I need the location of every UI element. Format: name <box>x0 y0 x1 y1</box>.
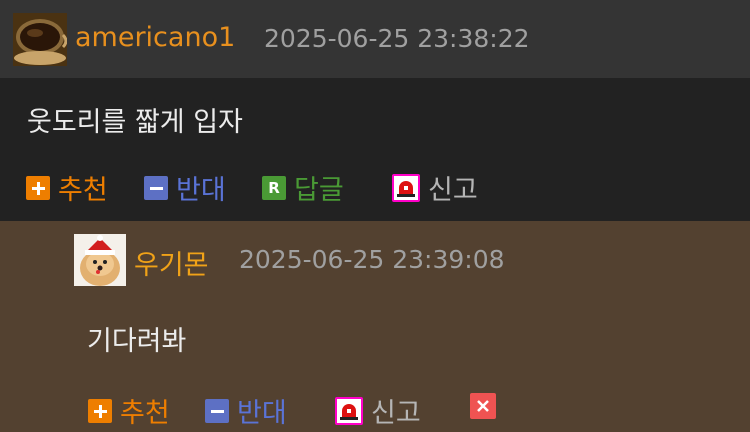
comment-text: 기다려봐 <box>87 326 187 357</box>
comment-text: 웃도리를 짧게 입자 <box>27 107 243 138</box>
minus-icon <box>205 398 229 423</box>
downvote-button[interactable]: 반대 <box>144 168 226 207</box>
report-button[interactable]: 신고 <box>392 168 478 207</box>
avatar-dog[interactable] <box>74 234 126 286</box>
siren-icon <box>392 173 420 202</box>
comment-header: americano1 2025-06-25 23:38:22 <box>0 0 750 78</box>
upvote-button[interactable]: 추천 <box>88 391 170 430</box>
delete-button[interactable] <box>470 393 496 419</box>
close-icon <box>470 393 496 419</box>
report-label: 신고 <box>428 175 478 206</box>
comment-author[interactable]: americano1 <box>75 22 235 53</box>
comment-timestamp: 2025-06-25 23:39:08 <box>239 245 505 274</box>
downvote-button[interactable]: 반대 <box>205 391 287 430</box>
siren-icon <box>335 396 363 425</box>
report-button[interactable]: 신고 <box>335 391 421 430</box>
reply-icon: R <box>262 175 286 200</box>
comment-1: americano1 2025-06-25 23:38:22 웃도리를 짧게 입… <box>0 0 750 221</box>
avatar-coffee[interactable] <box>13 13 67 66</box>
upvote-label: 추천 <box>58 175 108 206</box>
minus-icon <box>144 175 168 200</box>
reply-label: 답글 <box>294 175 344 206</box>
upvote-button[interactable]: 추천 <box>26 168 108 207</box>
plus-icon <box>88 398 112 423</box>
upvote-label: 추천 <box>120 398 170 429</box>
comment-2: 우기몬 2025-06-25 23:39:08 기다려봐 추천 반대 신고 <box>0 221 750 432</box>
comment-timestamp: 2025-06-25 23:38:22 <box>264 24 530 53</box>
downvote-label: 반대 <box>237 398 287 429</box>
reply-button[interactable]: R 답글 <box>262 168 344 207</box>
downvote-label: 반대 <box>176 175 226 206</box>
report-label: 신고 <box>371 398 421 429</box>
comment-author[interactable]: 우기몬 <box>134 243 209 282</box>
plus-icon <box>26 175 50 200</box>
